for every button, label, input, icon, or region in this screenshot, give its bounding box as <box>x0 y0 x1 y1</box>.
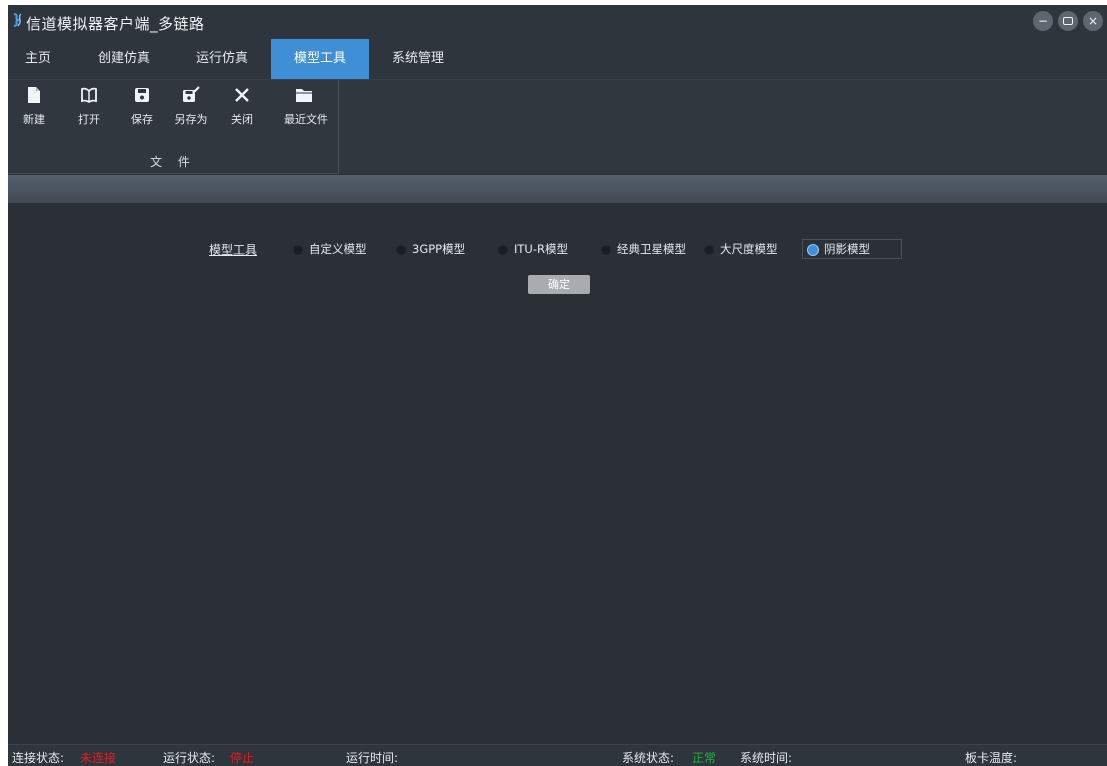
radio-label: ITU-R模型 <box>514 242 568 256</box>
radio-large-scale-model[interactable]: 大尺度模型 <box>704 240 778 258</box>
save-icon <box>122 86 162 108</box>
new-file-icon <box>14 86 54 108</box>
folder-icon <box>284 86 324 108</box>
open-button[interactable]: 打开 <box>69 86 109 127</box>
minimize-button[interactable]: − <box>1033 11 1053 31</box>
save-as-icon <box>171 86 211 108</box>
maximize-icon <box>1063 16 1073 25</box>
radio-3gpp-model[interactable]: 3GPP模型 <box>396 240 465 258</box>
open-label: 打开 <box>78 113 100 126</box>
board-temperature-label: 板卡温度: <box>965 751 1018 765</box>
connection-status-value: 未连接 <box>80 751 117 765</box>
file-group: 新建 打开 保存 另存为 关闭 最近文件 文 件 <box>8 80 339 174</box>
system-status-value: 正常 <box>692 751 717 765</box>
radio-label: 阴影模型 <box>824 242 870 256</box>
title-bar: 信道模拟器客户端_多链路 − × <box>8 5 1107 39</box>
minimize-icon: − <box>1037 14 1049 28</box>
status-bar: 连接状态: 未连接 运行状态: 停止 运行时间: 系统状态: 正常 系统时间: … <box>8 744 1107 766</box>
window-title: 信道模拟器客户端_多链路 <box>26 15 205 33</box>
tab-run-simulation[interactable]: 运行仿真 <box>180 39 264 79</box>
app-window: 信道模拟器客户端_多链路 − × 主页 创建仿真 运行仿真 模型工具 系统管理 … <box>8 5 1107 766</box>
radio-shadow-model[interactable]: 阴影模型 <box>802 239 902 259</box>
save-button[interactable]: 保存 <box>122 86 162 127</box>
radio-classic-satellite-model[interactable]: 经典卫星模型 <box>601 240 686 258</box>
model-tool-label: 模型工具 <box>209 243 258 257</box>
tab-system-management[interactable]: 系统管理 <box>376 39 460 79</box>
radio-label: 大尺度模型 <box>720 242 778 256</box>
close-icon <box>222 86 262 108</box>
confirm-button[interactable]: 确定 <box>528 275 590 294</box>
ribbon-toolbar: 新建 打开 保存 另存为 关闭 最近文件 文 件 <box>8 80 1107 174</box>
run-time-label: 运行时间: <box>346 751 399 765</box>
radio-indicator <box>704 244 714 255</box>
system-time-label: 系统时间: <box>740 751 793 765</box>
panel-header-band <box>8 175 1107 203</box>
radio-custom-model[interactable]: 自定义模型 <box>293 240 367 258</box>
close-label: 关闭 <box>231 113 253 126</box>
radio-label: 经典卫星模型 <box>617 242 686 256</box>
close-file-button[interactable]: 关闭 <box>222 86 262 127</box>
new-label: 新建 <box>23 113 45 126</box>
save-as-button[interactable]: 另存为 <box>171 86 211 127</box>
app-logo-icon <box>11 12 25 28</box>
close-window-icon: × <box>1087 14 1099 28</box>
radio-indicator <box>808 244 818 255</box>
close-window-button[interactable]: × <box>1083 11 1103 31</box>
radio-indicator <box>396 244 406 255</box>
file-group-label: 文 件 <box>150 155 196 169</box>
radio-indicator <box>293 244 303 255</box>
new-button[interactable]: 新建 <box>14 86 54 127</box>
connection-status-label: 连接状态: <box>12 751 65 765</box>
open-book-icon <box>69 86 109 108</box>
radio-label: 自定义模型 <box>309 242 367 256</box>
run-status-label: 运行状态: <box>163 751 216 765</box>
save-label: 保存 <box>131 113 153 126</box>
tab-model-tools[interactable]: 模型工具 <box>271 39 369 79</box>
radio-indicator <box>601 244 611 255</box>
tab-create-simulation[interactable]: 创建仿真 <box>82 39 166 79</box>
recent-files-label: 最近文件 <box>284 113 328 126</box>
radio-label: 3GPP模型 <box>412 242 466 256</box>
run-status-value: 停止 <box>230 751 255 765</box>
save-as-label: 另存为 <box>174 113 208 126</box>
main-content: 模型工具 自定义模型 3GPP模型 ITU-R模型 经典卫星模型 大尺度模型 阴… <box>8 204 1107 744</box>
tab-home[interactable]: 主页 <box>8 39 68 79</box>
radio-indicator <box>498 244 508 255</box>
menu-bar: 主页 创建仿真 运行仿真 模型工具 系统管理 <box>8 39 1107 80</box>
system-status-label: 系统状态: <box>622 751 675 765</box>
maximize-button[interactable] <box>1058 11 1078 31</box>
radio-itu-r-model[interactable]: ITU-R模型 <box>498 240 568 258</box>
recent-files-button[interactable]: 最近文件 <box>284 86 328 127</box>
